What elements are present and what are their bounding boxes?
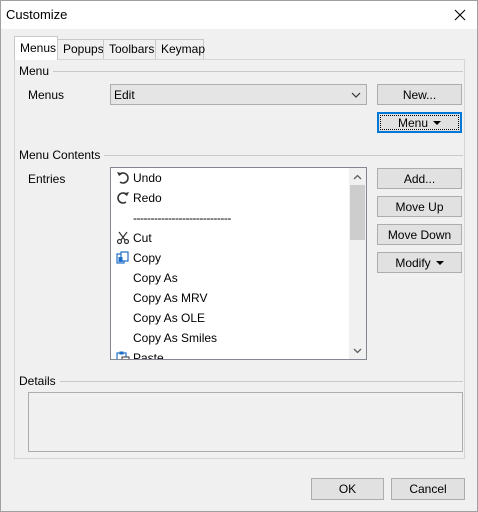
list-item[interactable]: Paste [111, 348, 351, 360]
tab-keymap[interactable]: Keymap [155, 39, 206, 59]
entry-label: Cut [133, 231, 152, 245]
new-menu-button[interactable]: New... [377, 84, 462, 105]
add-entry-button[interactable]: Add... [377, 168, 462, 189]
tab-popups-label: Popups [63, 42, 104, 56]
menus-dropdown-value: Edit [114, 88, 135, 102]
details-group-label: Details [19, 374, 60, 388]
entries-list[interactable]: Undo Redo ---------------------------- C… [110, 167, 367, 360]
details-group-divider [19, 381, 463, 382]
tab-menus[interactable]: Menus [14, 36, 58, 60]
tab-toolbars[interactable]: Toolbars [103, 39, 156, 59]
entry-label: Copy As [133, 271, 178, 285]
list-item[interactable]: Redo [111, 188, 351, 208]
entry-label: Copy As Smiles [133, 331, 218, 345]
cancel-button-label: Cancel [409, 482, 447, 496]
entry-label: Copy As MRV [133, 291, 208, 305]
tab-toolbars-label: Toolbars [109, 42, 155, 56]
add-entry-button-label: Add... [403, 171, 436, 186]
tab-menus-label: Menus [20, 41, 57, 55]
redo-icon [115, 190, 131, 206]
entry-label: Redo [133, 191, 162, 205]
focus-ring [380, 115, 459, 130]
entries-label: Entries [28, 172, 66, 186]
list-item-separator[interactable]: ---------------------------- [111, 208, 351, 228]
scroll-up-button[interactable] [349, 168, 366, 185]
customize-dialog: Customize Menus Popups Toolbars Keymap M… [0, 0, 478, 512]
copy-icon [115, 250, 131, 266]
scroll-down-button[interactable] [349, 342, 366, 359]
entries-scrollbar[interactable] [349, 168, 366, 359]
entry-label: Undo [133, 171, 162, 185]
tab-popups[interactable]: Popups [57, 39, 104, 59]
chevron-down-icon [353, 348, 362, 353]
list-item[interactable]: Cut [111, 228, 351, 248]
list-item[interactable]: Copy As MRV [111, 288, 351, 308]
chevron-down-icon [351, 92, 361, 98]
entry-label: ---------------------------- [133, 211, 231, 225]
scroll-thumb[interactable] [350, 185, 365, 240]
chevron-up-icon [353, 174, 362, 179]
menus-label: Menus [28, 88, 65, 102]
list-item[interactable]: Undo [111, 168, 351, 188]
modify-button-label: Modify [395, 255, 431, 270]
modify-button[interactable]: Modify [377, 252, 462, 273]
move-down-button-label: Move Down [387, 227, 452, 242]
cancel-button[interactable]: Cancel [391, 478, 465, 500]
scissors-icon [115, 230, 131, 246]
menu-group-divider [19, 71, 463, 72]
caret-down-icon [435, 260, 444, 265]
ok-button-label: OK [338, 482, 357, 496]
close-button[interactable] [443, 1, 477, 29]
list-item[interactable]: Copy As Smiles [111, 328, 351, 348]
menu-dropdown-button[interactable]: Menu [377, 112, 462, 133]
list-item[interactable]: Copy As OLE [111, 308, 351, 328]
entry-label: Paste [133, 351, 164, 360]
move-up-button-label: Move Up [395, 199, 444, 214]
list-item[interactable]: Copy [111, 248, 351, 268]
close-icon [454, 9, 466, 21]
new-menu-button-label: New... [402, 87, 437, 102]
ok-button[interactable]: OK [311, 478, 384, 500]
menu-group-label: Menu [19, 64, 54, 78]
entry-label: Copy As OLE [133, 311, 206, 325]
title-bar[interactable]: Customize [1, 1, 477, 29]
move-down-button[interactable]: Move Down [377, 224, 462, 245]
contents-group-label: Menu Contents [19, 148, 105, 162]
entry-label: Copy [133, 251, 162, 265]
paste-icon [115, 350, 131, 359]
menus-dropdown[interactable]: Edit [110, 84, 367, 105]
tab-keymap-label: Keymap [161, 42, 206, 56]
move-up-button[interactable]: Move Up [377, 196, 462, 217]
undo-icon [115, 170, 131, 186]
window-title: Customize [6, 7, 68, 22]
list-item[interactable]: Copy As [111, 268, 351, 288]
details-area [28, 392, 463, 452]
